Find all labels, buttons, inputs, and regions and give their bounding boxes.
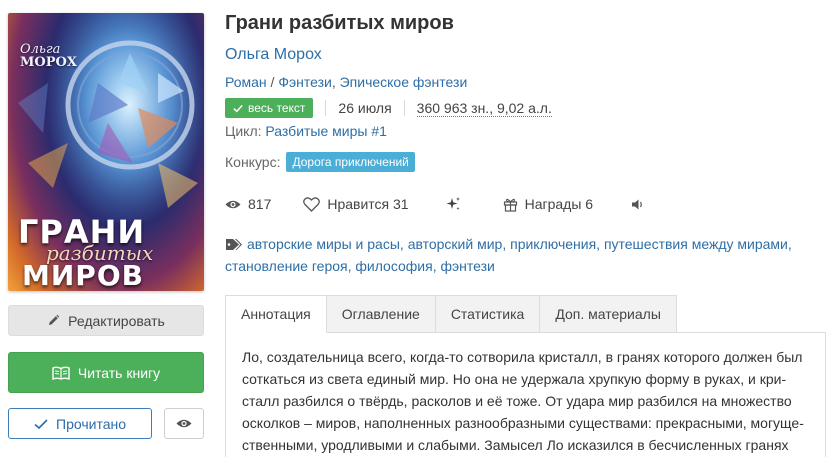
eye-icon <box>176 419 192 428</box>
checkmark-icon <box>34 418 48 429</box>
tab-annotation[interactable]: Аннотация <box>225 295 327 333</box>
open-book-icon <box>52 366 70 380</box>
pencil-icon <box>49 314 60 325</box>
mark-read-button[interactable]: Прочитано <box>8 408 152 439</box>
read-book-label: Читать книгу <box>77 364 161 381</box>
cycle-link[interactable]: Разбитые миры #1 <box>265 123 387 139</box>
views-count: 817 <box>248 196 272 212</box>
watch-button[interactable] <box>164 408 204 439</box>
annotation-line: сталл разбился о твёрдь, расколов и её т… <box>242 393 792 409</box>
cover-title-line3: МИРОВ <box>22 259 144 291</box>
book-title: Грани разбитых миров <box>225 12 454 34</box>
heart-icon <box>303 196 321 212</box>
book-size[interactable]: 360 963 зн., 9,02 а.л. <box>416 100 552 117</box>
annotation-line: Ло, создательница всего, когда-то сотвор… <box>242 349 803 365</box>
tab-extra-materials[interactable]: Доп. материалы <box>540 295 677 333</box>
tag-link[interactable]: приключения <box>510 236 596 252</box>
tag-link[interactable]: авторский мир <box>408 236 503 252</box>
genre-separator: , <box>331 74 340 90</box>
eye-icon <box>225 200 241 208</box>
cycle-row: Цикл: Разбитые миры #1 <box>225 123 387 139</box>
sparkle-button[interactable] <box>445 196 461 212</box>
annotation-line: ственными, уродливыми и слабыми. Замысел… <box>242 437 789 453</box>
tag-link[interactable]: философия <box>355 258 432 274</box>
full-text-badge: весь текст <box>225 98 314 118</box>
tags-icon <box>226 239 242 250</box>
views-stat: 817 <box>225 196 271 212</box>
annotation-panel: Ло, создательница всего, когда-то сотвор… <box>225 332 826 457</box>
tab-contents[interactable]: Оглавление <box>326 295 436 333</box>
genre-separator: / <box>266 74 279 90</box>
read-book-button[interactable]: Читать книгу <box>8 352 204 393</box>
cover-author: Ольга МОРОХ <box>20 43 110 69</box>
contest-row: Конкурс: Дорога приключений <box>225 152 415 172</box>
likes-label: Нравится 31 <box>327 196 409 212</box>
divider <box>325 100 327 116</box>
annotation-line: соткаться из света единый мир. Но она не… <box>242 371 787 387</box>
tag-link[interactable]: становление героя <box>225 258 348 274</box>
tag-link[interactable]: авторские миры и расы <box>247 236 400 252</box>
awards-label: Награды 6 <box>524 196 594 212</box>
divider <box>403 100 405 116</box>
book-cover[interactable]: Ольга МОРОХ ГРАНИ разбитых МИРОВ <box>8 13 204 291</box>
tab-statistics[interactable]: Статистика <box>435 295 541 333</box>
book-meta-row: весь текст 26 июля 360 963 зн., 9,02 а.л… <box>225 97 552 119</box>
edit-button-label: Редактировать <box>68 312 165 329</box>
tag-link[interactable]: путешествия между мирами <box>604 236 788 252</box>
publish-date: 26 июля <box>338 100 392 116</box>
genre-link-epic-fantasy[interactable]: Эпическое фэнтези <box>340 74 468 90</box>
tag-list: авторские миры и расы, авторский мир, пр… <box>225 236 792 274</box>
book-tabs: Аннотация Оглавление Статистика Доп. мат… <box>225 295 677 333</box>
speaker-icon <box>632 199 642 209</box>
genre-list: Роман / Фэнтези, Эпическое фэнтези <box>225 74 467 90</box>
cover-author-last: МОРОХ <box>20 55 77 70</box>
awards-button[interactable]: Награды 6 <box>503 196 593 212</box>
genre-link-fantasy[interactable]: Фэнтези <box>278 74 332 90</box>
mark-read-label: Прочитано <box>56 415 126 432</box>
annotation-line: осколков – миров, наполненных разнообраз… <box>242 415 804 431</box>
cycle-label: Цикл: <box>225 123 266 139</box>
contest-label: Конкурс: <box>225 154 281 170</box>
gift-icon <box>503 198 517 212</box>
audio-button[interactable] <box>631 198 645 211</box>
full-text-label: весь текст <box>248 101 306 115</box>
check-icon <box>233 104 243 112</box>
edit-button[interactable]: Редактировать <box>8 305 204 336</box>
genre-link-novel[interactable]: Роман <box>225 74 267 90</box>
tag-link[interactable]: фэнтези <box>441 258 495 274</box>
like-button[interactable]: Нравится 31 <box>303 196 409 212</box>
contest-badge[interactable]: Дорога приключений <box>286 152 415 172</box>
book-author-link[interactable]: Ольга Морох <box>225 46 322 64</box>
stats-row: 817 Нравится 31 Награды 6 <box>225 194 645 214</box>
sparkles-icon <box>446 197 460 210</box>
